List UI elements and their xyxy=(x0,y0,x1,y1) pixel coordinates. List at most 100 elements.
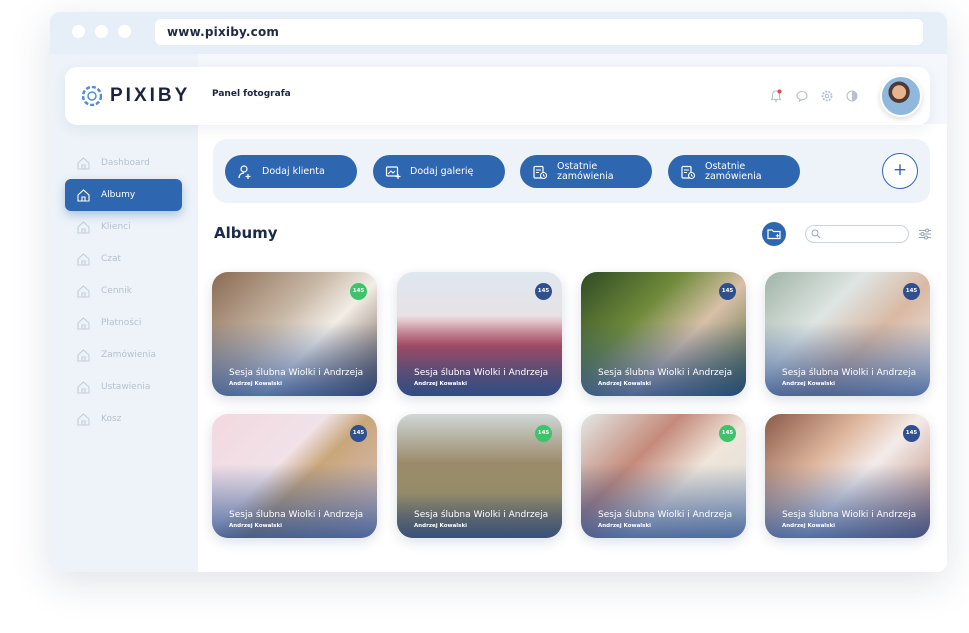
sidebar-item-dashboard[interactable]: Dashboard xyxy=(50,147,198,179)
folder-add-icon xyxy=(767,229,781,240)
album-title: Sesja ślubna Wiolki i Andrzeja xyxy=(598,368,733,378)
sidebar-item-label: Albumy xyxy=(101,190,136,200)
album-title: Sesja ślubna Wiolki i Andrzeja xyxy=(782,368,917,378)
album-card[interactable]: 145 Sesja ślubna Wiolki i Andrzeja Andrz… xyxy=(581,414,746,538)
album-client: Andrzej Kowalski xyxy=(414,381,467,387)
add-client-button[interactable]: Dodaj klienta xyxy=(225,155,357,188)
count-badge: 145 xyxy=(719,283,736,300)
sidebar-nav: Dashboard Albumy Klienci Czat Cennik Pła… xyxy=(50,147,198,435)
album-title: Sesja ślubna Wiolki i Andrzeja xyxy=(414,510,549,520)
sidebar-item-platnosci[interactable]: Płatności xyxy=(50,307,198,339)
album-title: Sesja ślubna Wiolki i Andrzeja xyxy=(229,368,364,378)
recent-orders-text: Ostatnie zamówienia xyxy=(705,160,762,182)
recent-orders-line1: Ostatnie xyxy=(705,160,746,172)
count-badge: 145 xyxy=(903,283,920,300)
recent-orders-button[interactable]: Ostatnie zamówienia xyxy=(520,155,652,188)
sidebar-item-label: Dashboard xyxy=(101,158,150,168)
sidebar-item-label: Cennik xyxy=(101,286,132,296)
browser-toolbar: www.pixiby.com xyxy=(50,12,947,54)
chat-icon[interactable] xyxy=(795,89,809,103)
sidebar-item-klienci[interactable]: Klienci xyxy=(50,211,198,243)
add-folder-button[interactable] xyxy=(762,222,786,246)
bell-icon[interactable] xyxy=(769,89,783,103)
window-dot[interactable] xyxy=(72,25,85,38)
album-card[interactable]: 145 Sesja ślubna Wiolki i Andrzeja Andrz… xyxy=(397,414,562,538)
sidebar-item-label: Płatności xyxy=(101,318,142,328)
album-card[interactable]: 145 Sesja ślubna Wiolki i Andrzeja Andrz… xyxy=(765,414,930,538)
home-icon xyxy=(77,252,90,266)
album-client: Andrzej Kowalski xyxy=(598,381,651,387)
count-badge: 145 xyxy=(719,425,736,442)
aperture-logo-icon xyxy=(82,86,102,106)
add-gallery-label: Dodaj galerię xyxy=(410,165,474,177)
home-icon xyxy=(77,412,90,426)
add-gallery-icon xyxy=(385,165,401,179)
sidebar-item-cennik[interactable]: Cennik xyxy=(50,275,198,307)
recent-orders-button-2[interactable]: Ostatnie zamówienia xyxy=(668,155,800,188)
window-dot[interactable] xyxy=(95,25,108,38)
recent-orders-line2: zamówienia xyxy=(557,170,614,182)
home-icon xyxy=(77,348,90,362)
album-title: Sesja ślubna Wiolki i Andrzeja xyxy=(414,368,549,378)
clipboard-clock-icon xyxy=(681,165,696,179)
sidebar-item-zamowienia[interactable]: Zamówienia xyxy=(50,339,198,371)
album-client: Andrzej Kowalski xyxy=(229,381,282,387)
home-icon xyxy=(77,156,90,170)
page-title: Albumy xyxy=(214,224,278,242)
window-dot[interactable] xyxy=(118,25,131,38)
sidebar-item-czat[interactable]: Czat xyxy=(50,243,198,275)
count-badge: 145 xyxy=(350,425,367,442)
home-icon xyxy=(77,284,90,298)
browser-window: www.pixiby.com PIXIBY Panel fotografa Da… xyxy=(50,12,947,572)
count-badge: 145 xyxy=(535,425,552,442)
logo-text: PIXIBY xyxy=(110,85,191,106)
album-card[interactable]: 145 Sesja ślubna Wiolki i Andrzeja Andrz… xyxy=(765,272,930,396)
sidebar-item-label: Klienci xyxy=(101,222,131,232)
home-icon xyxy=(77,380,90,394)
home-icon xyxy=(77,188,90,202)
sidebar-item-label: Czat xyxy=(101,254,122,264)
album-client: Andrzej Kowalski xyxy=(229,523,282,529)
search-input[interactable] xyxy=(805,225,909,243)
sidebar-item-label: Kosz xyxy=(101,414,122,424)
panel-label: Panel fotografa xyxy=(212,89,291,99)
count-badge: 145 xyxy=(535,283,552,300)
contrast-icon[interactable] xyxy=(845,89,859,103)
add-user-icon xyxy=(238,164,251,179)
add-gallery-button[interactable]: Dodaj galerię xyxy=(373,155,505,188)
album-card[interactable]: 145 Sesja ślubna Wiolki i Andrzeja Andrz… xyxy=(212,414,377,538)
count-badge: 145 xyxy=(903,425,920,442)
add-client-label: Dodaj klienta xyxy=(262,165,325,177)
sidebar-item-label: Zamówienia xyxy=(101,350,157,360)
album-client: Andrzej Kowalski xyxy=(414,523,467,529)
album-client: Andrzej Kowalski xyxy=(598,523,651,529)
sidebar-item-kosz[interactable]: Kosz xyxy=(50,403,198,435)
search-icon xyxy=(811,229,821,239)
album-title: Sesja ślubna Wiolki i Andrzeja xyxy=(782,510,917,520)
home-icon xyxy=(77,316,90,330)
home-icon xyxy=(77,220,90,234)
filter-icon[interactable] xyxy=(918,227,932,241)
recent-orders-line1: Ostatnie xyxy=(557,160,598,172)
avatar[interactable] xyxy=(880,75,922,117)
album-title: Sesja ślubna Wiolki i Andrzeja xyxy=(598,510,733,520)
gear-icon[interactable] xyxy=(820,89,834,103)
top-header: PIXIBY Panel fotografa xyxy=(65,67,930,125)
album-card[interactable]: 145 Sesja ślubna Wiolki i Andrzeja Andrz… xyxy=(581,272,746,396)
album-client: Andrzej Kowalski xyxy=(782,381,835,387)
address-bar[interactable]: www.pixiby.com xyxy=(155,19,923,45)
add-button[interactable]: + xyxy=(882,153,918,189)
quick-actions: Dodaj klienta Dodaj galerię Ostatnie zam… xyxy=(213,139,930,203)
album-client: Andrzej Kowalski xyxy=(782,523,835,529)
album-card[interactable]: 145 Sesja ślubna Wiolki i Andrzeja Andrz… xyxy=(397,272,562,396)
recent-orders-line2: zamówienia xyxy=(705,170,762,182)
album-title: Sesja ślubna Wiolki i Andrzeja xyxy=(229,510,364,520)
album-card[interactable]: 145 Sesja ślubna Wiolki i Andrzeja Andrz… xyxy=(212,272,377,396)
recent-orders-text: Ostatnie zamówienia xyxy=(557,160,614,182)
clipboard-clock-icon xyxy=(533,165,548,179)
sidebar-item-ustawienia[interactable]: Ustawienia xyxy=(50,371,198,403)
logo[interactable]: PIXIBY xyxy=(82,85,190,107)
count-badge: 145 xyxy=(350,283,367,300)
sidebar-item-albumy[interactable]: Albumy xyxy=(65,179,182,211)
sidebar-item-label: Ustawienia xyxy=(101,382,151,392)
